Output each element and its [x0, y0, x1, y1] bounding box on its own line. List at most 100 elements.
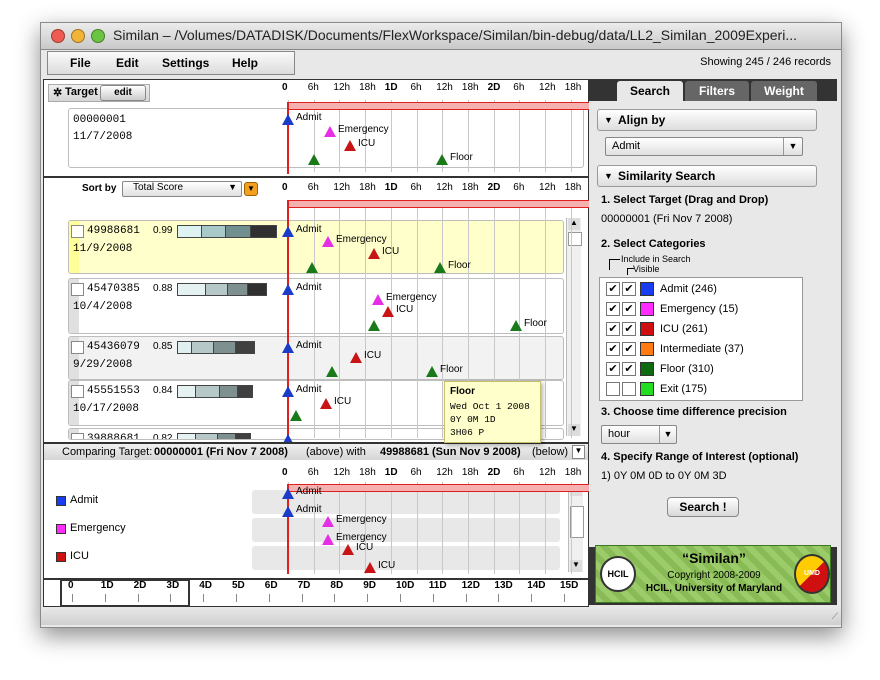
results-scrollbar[interactable]: ▲ ▼ [566, 218, 582, 436]
compare-timeline-ticks: 06h12h18h1D6h12h18h2D6h12h18h3D6h12h [44, 467, 658, 481]
icu-event-marker[interactable] [342, 544, 354, 555]
floor-event-marker[interactable] [306, 262, 318, 273]
floor-event-marker[interactable] [308, 154, 320, 165]
category-color-swatch[interactable] [640, 362, 654, 376]
menu-help[interactable]: Help [232, 56, 258, 70]
include-checkbox[interactable]: ✔ [606, 322, 620, 336]
timeline-tick: 0 [282, 82, 288, 93]
include-checkbox[interactable] [606, 382, 620, 396]
compare-dropdown-icon[interactable]: ▼ [572, 445, 585, 459]
category-color-swatch[interactable] [640, 282, 654, 296]
menu-settings[interactable]: Settings [162, 56, 209, 70]
emergency-event-marker[interactable] [322, 534, 334, 545]
range-of-interest-bar[interactable] [288, 484, 599, 492]
logo-title: “Similan” [682, 550, 746, 566]
visible-checkbox[interactable]: ✔ [622, 302, 636, 316]
grid-line [570, 100, 572, 172]
category-color-swatch[interactable] [640, 302, 654, 316]
floor-event-marker[interactable] [510, 320, 522, 331]
floor-event-marker[interactable] [434, 262, 446, 273]
scroll-down-icon[interactable]: ▼ [570, 560, 582, 572]
emergency-event-label: Emergency [336, 514, 387, 525]
align-select[interactable]: Admit ▼ [605, 137, 803, 156]
admit-event-marker[interactable] [282, 114, 294, 125]
emergency-event-marker[interactable] [324, 126, 336, 137]
score-segment [237, 385, 253, 398]
compare-legend-swatch [56, 496, 66, 506]
precision-select[interactable]: hour ▼ [601, 425, 677, 444]
row-checkbox[interactable] [71, 385, 84, 398]
include-checkbox[interactable]: ✔ [606, 302, 620, 316]
similarity-search-header[interactable]: ▼ Similarity Search [597, 165, 817, 187]
icu-event-marker[interactable] [344, 140, 356, 151]
floor-event-marker[interactable] [290, 410, 302, 421]
tab-weight[interactable]: Weight [751, 81, 817, 101]
category-color-swatch[interactable] [640, 322, 654, 336]
admit-event-marker[interactable] [282, 506, 294, 517]
row-checkbox[interactable] [71, 283, 84, 296]
row-checkbox[interactable] [71, 433, 84, 439]
visible-checkbox[interactable]: ✔ [622, 362, 636, 376]
resize-grip-icon[interactable]: ⟋ [832, 611, 838, 622]
menu-file[interactable]: File [70, 56, 91, 70]
icu-event-label: ICU [356, 542, 374, 553]
tab-search[interactable]: Search [617, 81, 683, 101]
include-checkbox[interactable]: ✔ [606, 282, 620, 296]
scroll-thumb[interactable] [570, 506, 584, 538]
include-label: Include in Search [621, 254, 691, 264]
floor-event-marker[interactable] [426, 366, 438, 377]
admit-event-marker[interactable] [282, 226, 294, 237]
align-value: Admit [612, 140, 641, 152]
icu-event-marker[interactable] [350, 352, 362, 363]
emergency-event-marker[interactable] [372, 294, 384, 305]
align-by-header[interactable]: ▼ Align by [597, 109, 817, 131]
category-color-swatch[interactable] [640, 342, 654, 356]
admit-event-marker[interactable] [282, 386, 294, 397]
admit-event-marker[interactable] [282, 488, 294, 499]
category-color-swatch[interactable] [640, 382, 654, 396]
overview-tick-mark [498, 594, 500, 602]
row-checkbox[interactable] [71, 341, 84, 354]
floor-event-label: Floor [440, 364, 463, 375]
floor-event-marker[interactable] [326, 366, 338, 377]
overview-tick-mark [301, 594, 303, 602]
icu-event-marker[interactable] [364, 562, 376, 573]
floor-event-marker[interactable] [436, 154, 448, 165]
admit-event-label: Admit [296, 224, 322, 235]
close-window-button[interactable] [51, 29, 65, 43]
admit-event-marker[interactable] [282, 342, 294, 353]
target-record-box[interactable]: 00000001 11/7/2008 [68, 108, 584, 168]
include-checkbox[interactable]: ✔ [606, 362, 620, 376]
visible-checkbox[interactable]: ✔ [622, 282, 636, 296]
overview-tick: 12D [461, 580, 480, 591]
range-of-interest-bar[interactable] [288, 102, 599, 110]
admit-event-marker[interactable] [282, 284, 294, 295]
visible-checkbox[interactable]: ✔ [622, 342, 636, 356]
overview-tick-mark [170, 594, 172, 602]
overview-tick-mark [531, 594, 533, 602]
include-checkbox[interactable]: ✔ [606, 342, 620, 356]
minimize-window-button[interactable] [71, 29, 85, 43]
timeline-tick: 18h [461, 182, 479, 193]
visible-checkbox[interactable] [622, 382, 636, 396]
zoom-window-button[interactable] [91, 29, 105, 43]
range-value[interactable]: 1) 0Y 0M 0D to 0Y 0M 3D [601, 470, 727, 482]
icu-event-marker[interactable] [320, 398, 332, 409]
grid-line [365, 100, 367, 172]
menu-edit[interactable]: Edit [116, 56, 139, 70]
categories-list: ✔ ✔ Admit (246) ✔ ✔ Emergency (15) ✔ ✔ ICU (261)… [599, 277, 803, 401]
step1-value: 00000001 (Fri Nov 7 2008) [601, 213, 733, 225]
visible-checkbox[interactable]: ✔ [622, 322, 636, 336]
overview-tick-mark [465, 594, 467, 602]
row-checkbox[interactable] [71, 225, 84, 238]
emergency-event-marker[interactable] [322, 236, 334, 247]
logo-copyright: Copyright 2008-2009 [667, 570, 761, 581]
icu-event-marker[interactable] [368, 248, 380, 259]
range-start-line[interactable] [287, 102, 289, 174]
floor-event-marker[interactable] [368, 320, 380, 331]
range-of-interest-bar[interactable] [288, 200, 599, 208]
tab-filters[interactable]: Filters [685, 81, 749, 101]
emergency-event-marker[interactable] [322, 516, 334, 527]
icu-event-marker[interactable] [382, 306, 394, 317]
search-button[interactable]: Search ! [667, 497, 739, 517]
